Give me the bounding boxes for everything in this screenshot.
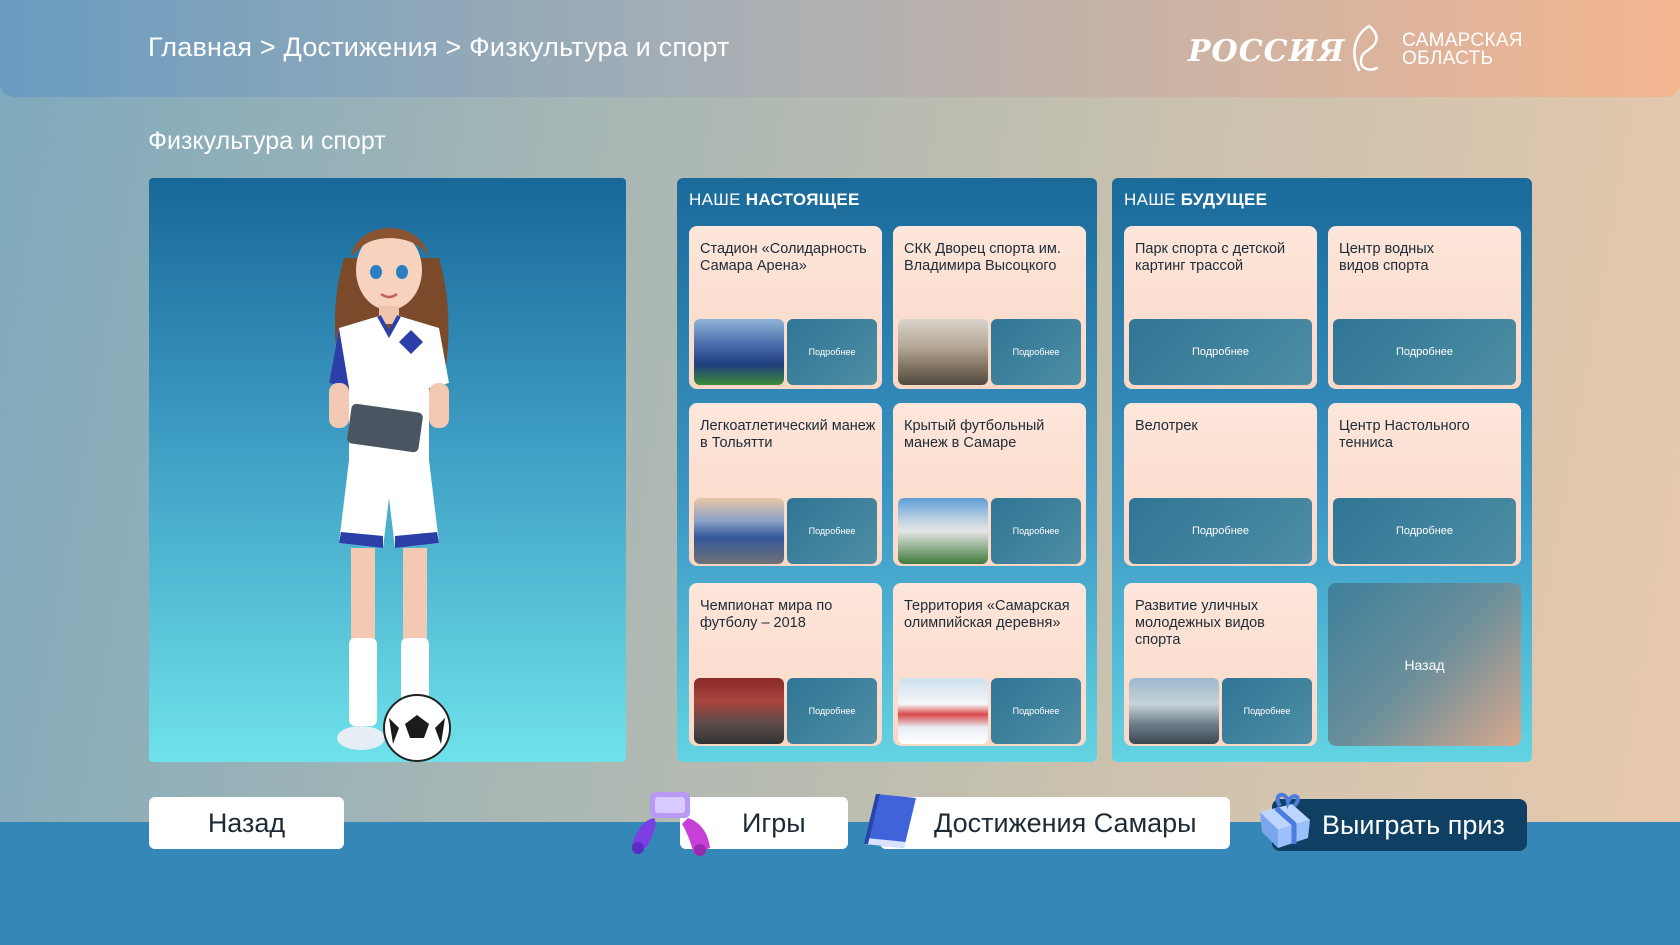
card-athletics-arena-tolyatti[interactable]: Легкоатлетический манеж в Тольятти Подро… <box>689 403 882 566</box>
card-vysotsky-palace[interactable]: СКК Дворец спорта им. Владимира Высоцког… <box>893 226 1086 389</box>
card-title: Территория «Самарская олимпийская деревн… <box>904 598 1070 631</box>
avatar-illustration <box>329 227 451 762</box>
card-title: Развитие уличных молодежных видов спорта <box>1135 598 1265 648</box>
achievements-button[interactable]: Достижения Самары <box>880 797 1230 849</box>
palace-thumbnail <box>898 319 988 385</box>
card-title: Парк спорта с детской картинг трассой <box>1135 241 1286 274</box>
card-table-tennis-center[interactable]: Центр Настольного тенниса Подробнее <box>1328 403 1521 566</box>
section-back-button[interactable]: Назад <box>1328 583 1521 746</box>
card-title: Легкоатлетический манеж в Тольятти <box>700 418 876 451</box>
section-future-title: НАШЕ БУДУЩЕЕ <box>1124 190 1267 210</box>
avatar-panel <box>149 178 626 762</box>
section-present-title-bold: НАСТОЯЩЕЕ <box>745 190 860 209</box>
street-sports-thumbnail <box>1129 678 1219 744</box>
athletics-arena-thumbnail <box>694 498 784 564</box>
details-button[interactable]: Подробнее <box>787 498 877 564</box>
card-title: Чемпионат мира по футболу – 2018 <box>700 598 833 631</box>
achievements-button-label: Достижения Самары <box>934 808 1197 838</box>
card-olympic-village[interactable]: Территория «Самарская олимпийская деревн… <box>893 583 1086 746</box>
gift-icon <box>1260 792 1310 848</box>
card-solidarnost-arena[interactable]: Стадион «Солидарность Самара Арена» Подр… <box>689 226 882 389</box>
details-button[interactable]: Подробнее <box>1333 498 1516 564</box>
card-karting-park[interactable]: Парк спорта с детской картинг трассой По… <box>1124 226 1317 389</box>
details-button[interactable]: Подробнее <box>991 678 1081 744</box>
card-title: СКК Дворец спорта им. Владимира Высоцког… <box>904 241 1061 274</box>
world-cup-thumbnail <box>694 678 784 744</box>
card-title: Центр Настольного тенниса <box>1339 418 1470 451</box>
card-title: Крытый футбольный манеж в Самаре <box>904 418 1045 451</box>
card-street-sports[interactable]: Развитие уличных молодежных видов спорта… <box>1124 583 1317 746</box>
details-button[interactable]: Подробнее <box>991 498 1081 564</box>
card-world-cup-2018[interactable]: Чемпионат мира по футболу – 2018 Подробн… <box>689 583 882 746</box>
tablet-hands-icon <box>632 792 710 856</box>
back-button[interactable]: Назад <box>149 797 344 849</box>
card-title: Велотрек <box>1135 418 1198 434</box>
win-prize-button-label: Выиграть приз <box>1322 810 1505 840</box>
games-button-label: Игры <box>742 808 806 838</box>
header-bar: Главная > Достижения > Физкультура и спо… <box>0 0 1680 97</box>
section-future: НАШЕ БУДУЩЕЕ Парк спорта с детской карти… <box>1112 178 1532 762</box>
olympic-village-thumbnail <box>898 678 988 744</box>
card-title: Центр водных видов спорта <box>1339 241 1434 274</box>
page-title: Физкультура и спорт <box>148 127 386 155</box>
arena-thumbnail <box>694 319 784 385</box>
samara-emblem-icon <box>1353 24 1379 72</box>
details-button[interactable]: Подробнее <box>1333 319 1516 385</box>
details-button[interactable]: Подробнее <box>787 319 877 385</box>
details-button[interactable]: Подробнее <box>1129 319 1312 385</box>
card-title: Стадион «Солидарность Самара Арена» <box>700 241 867 274</box>
card-water-sports-center[interactable]: Центр водных видов спорта Подробнее <box>1328 226 1521 389</box>
section-present: НАШЕ НАСТОЯЩЕЕ Стадион «Солидарность Сам… <box>677 178 1097 762</box>
section-future-title-prefix: НАШЕ <box>1124 190 1176 209</box>
section-future-title-bold: БУДУЩЕЕ <box>1180 190 1268 209</box>
details-button[interactable]: Подробнее <box>787 678 877 744</box>
russia-logo: РОССИЯ <box>1188 34 1346 69</box>
details-button[interactable]: Подробнее <box>1129 498 1312 564</box>
card-velodrome[interactable]: Велотрек Подробнее <box>1124 403 1317 566</box>
book-icon <box>864 794 916 848</box>
samara-logo-text: САМАРСКАЯ ОБЛАСТЬ <box>1402 31 1523 69</box>
card-indoor-football-arena[interactable]: Крытый футбольный манеж в Самаре Подробн… <box>893 403 1086 566</box>
details-button[interactable]: Подробнее <box>1222 678 1312 744</box>
football-arena-thumbnail <box>898 498 988 564</box>
samara-logo-line2: ОБЛАСТЬ <box>1402 48 1494 69</box>
section-present-title: НАШЕ НАСТОЯЩЕЕ <box>689 190 860 210</box>
section-present-title-prefix: НАШЕ <box>689 190 741 209</box>
breadcrumb[interactable]: Главная > Достижения > Физкультура и спо… <box>148 32 730 63</box>
details-button[interactable]: Подробнее <box>991 319 1081 385</box>
